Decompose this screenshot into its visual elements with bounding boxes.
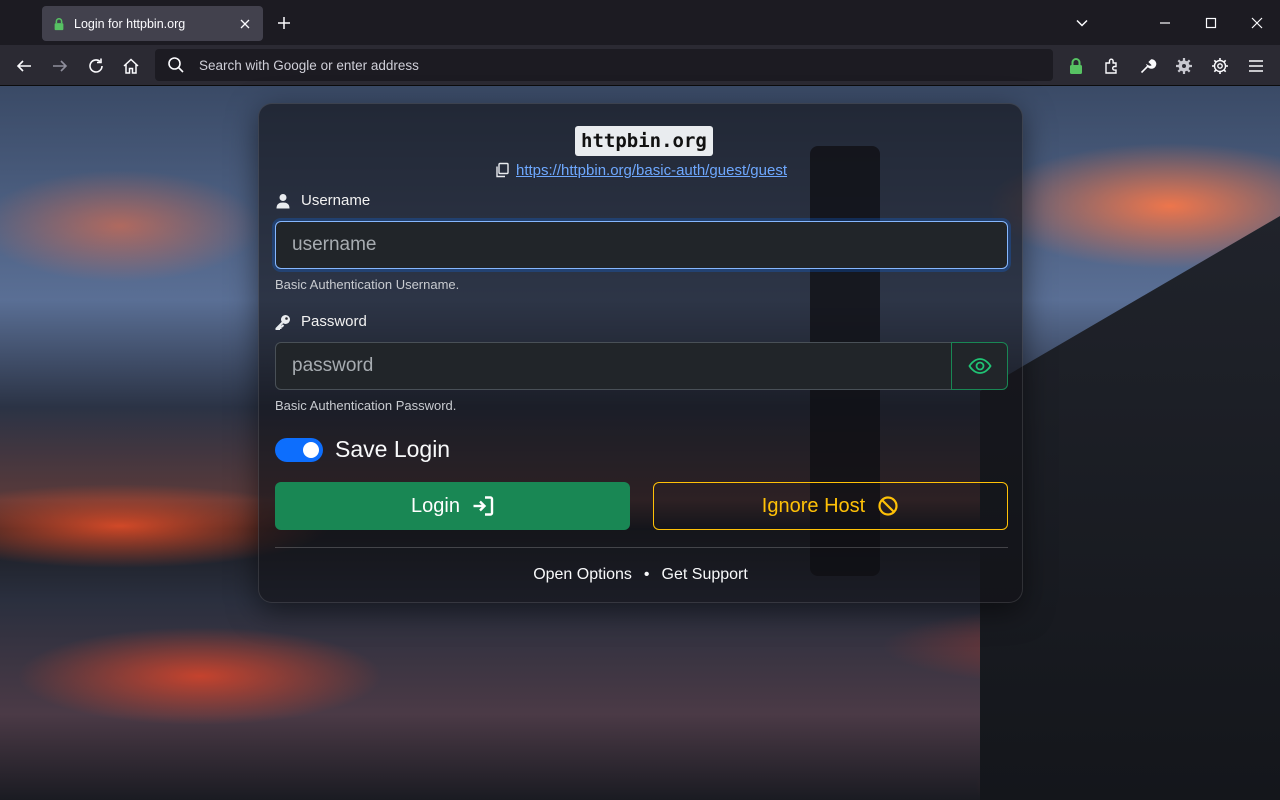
tab-strip: Login for httpbin.org	[0, 0, 1280, 45]
save-login-toggle[interactable]	[275, 437, 323, 462]
back-arrow-icon[interactable]	[12, 54, 36, 78]
wrench-icon[interactable]	[1136, 54, 1160, 78]
gear-extension-icon[interactable]	[1172, 54, 1196, 78]
password-label: Password	[275, 313, 367, 330]
save-login-row: Save Login	[275, 436, 450, 463]
extensions-puzzle-icon[interactable]	[1100, 54, 1124, 78]
host-badge: httpbin.org	[575, 126, 713, 156]
reload-icon[interactable]	[84, 54, 108, 78]
close-tab-icon[interactable]	[237, 16, 253, 32]
close-window-icon[interactable]	[1246, 12, 1268, 34]
eye-icon	[967, 358, 992, 374]
dialog-footer: Open Options • Get Support	[259, 566, 1022, 584]
get-support-link[interactable]: Get Support	[662, 566, 748, 583]
password-help-text: Basic Authentication Password.	[275, 398, 457, 413]
home-icon[interactable]	[119, 54, 143, 78]
ignore-host-button-label: Ignore Host	[761, 494, 866, 517]
list-tabs-chevron-down-icon[interactable]	[1071, 12, 1093, 34]
hamburger-menu-icon[interactable]	[1244, 54, 1268, 78]
lock-icon	[54, 17, 64, 30]
ban-icon	[878, 496, 898, 516]
login-button-label: Login	[411, 494, 460, 517]
password-input[interactable]	[275, 342, 952, 390]
footer-separator: •	[643, 566, 650, 583]
forward-arrow-icon[interactable]	[48, 54, 72, 78]
address-bar-placeholder: Search with Google or enter address	[199, 57, 419, 73]
maximize-icon[interactable]	[1200, 12, 1222, 34]
copy-icon[interactable]	[494, 162, 510, 178]
tab-title: Login for httpbin.org	[74, 16, 186, 31]
request-url-line: https://httpbin.org/basic-auth/guest/gue…	[259, 162, 1022, 179]
login-dialog: httpbin.org https://httpbin.org/basic-au…	[258, 103, 1023, 603]
username-label-text: Username	[301, 192, 371, 209]
tab-login-httpbin[interactable]: Login for httpbin.org	[42, 6, 263, 41]
open-options-link[interactable]: Open Options	[533, 566, 632, 583]
username-input[interactable]	[275, 221, 1008, 269]
footer-divider	[275, 547, 1008, 548]
toggle-knob	[303, 441, 319, 458]
login-button[interactable]: Login	[275, 482, 630, 530]
new-tab-icon[interactable]	[274, 13, 294, 33]
username-help-text: Basic Authentication Username.	[275, 277, 460, 292]
hangar-silhouette	[980, 216, 1280, 800]
settings-gear-icon[interactable]	[1208, 54, 1232, 78]
key-icon	[275, 314, 290, 330]
sign-in-icon	[473, 496, 494, 516]
navigation-toolbar: Search with Google or enter address	[0, 45, 1280, 86]
user-icon	[276, 193, 290, 208]
minimize-icon[interactable]	[1154, 12, 1176, 34]
save-login-label[interactable]: Save Login	[335, 436, 450, 463]
password-manager-lock-icon[interactable]	[1064, 54, 1088, 78]
username-label: Username	[275, 192, 370, 209]
ignore-host-button[interactable]: Ignore Host	[653, 482, 1008, 530]
password-label-text: Password	[301, 313, 367, 330]
show-password-button[interactable]	[951, 342, 1008, 390]
request-url-link[interactable]: https://httpbin.org/basic-auth/guest/gue…	[516, 162, 787, 179]
address-bar[interactable]: Search with Google or enter address	[155, 49, 1053, 81]
search-icon	[168, 57, 184, 73]
